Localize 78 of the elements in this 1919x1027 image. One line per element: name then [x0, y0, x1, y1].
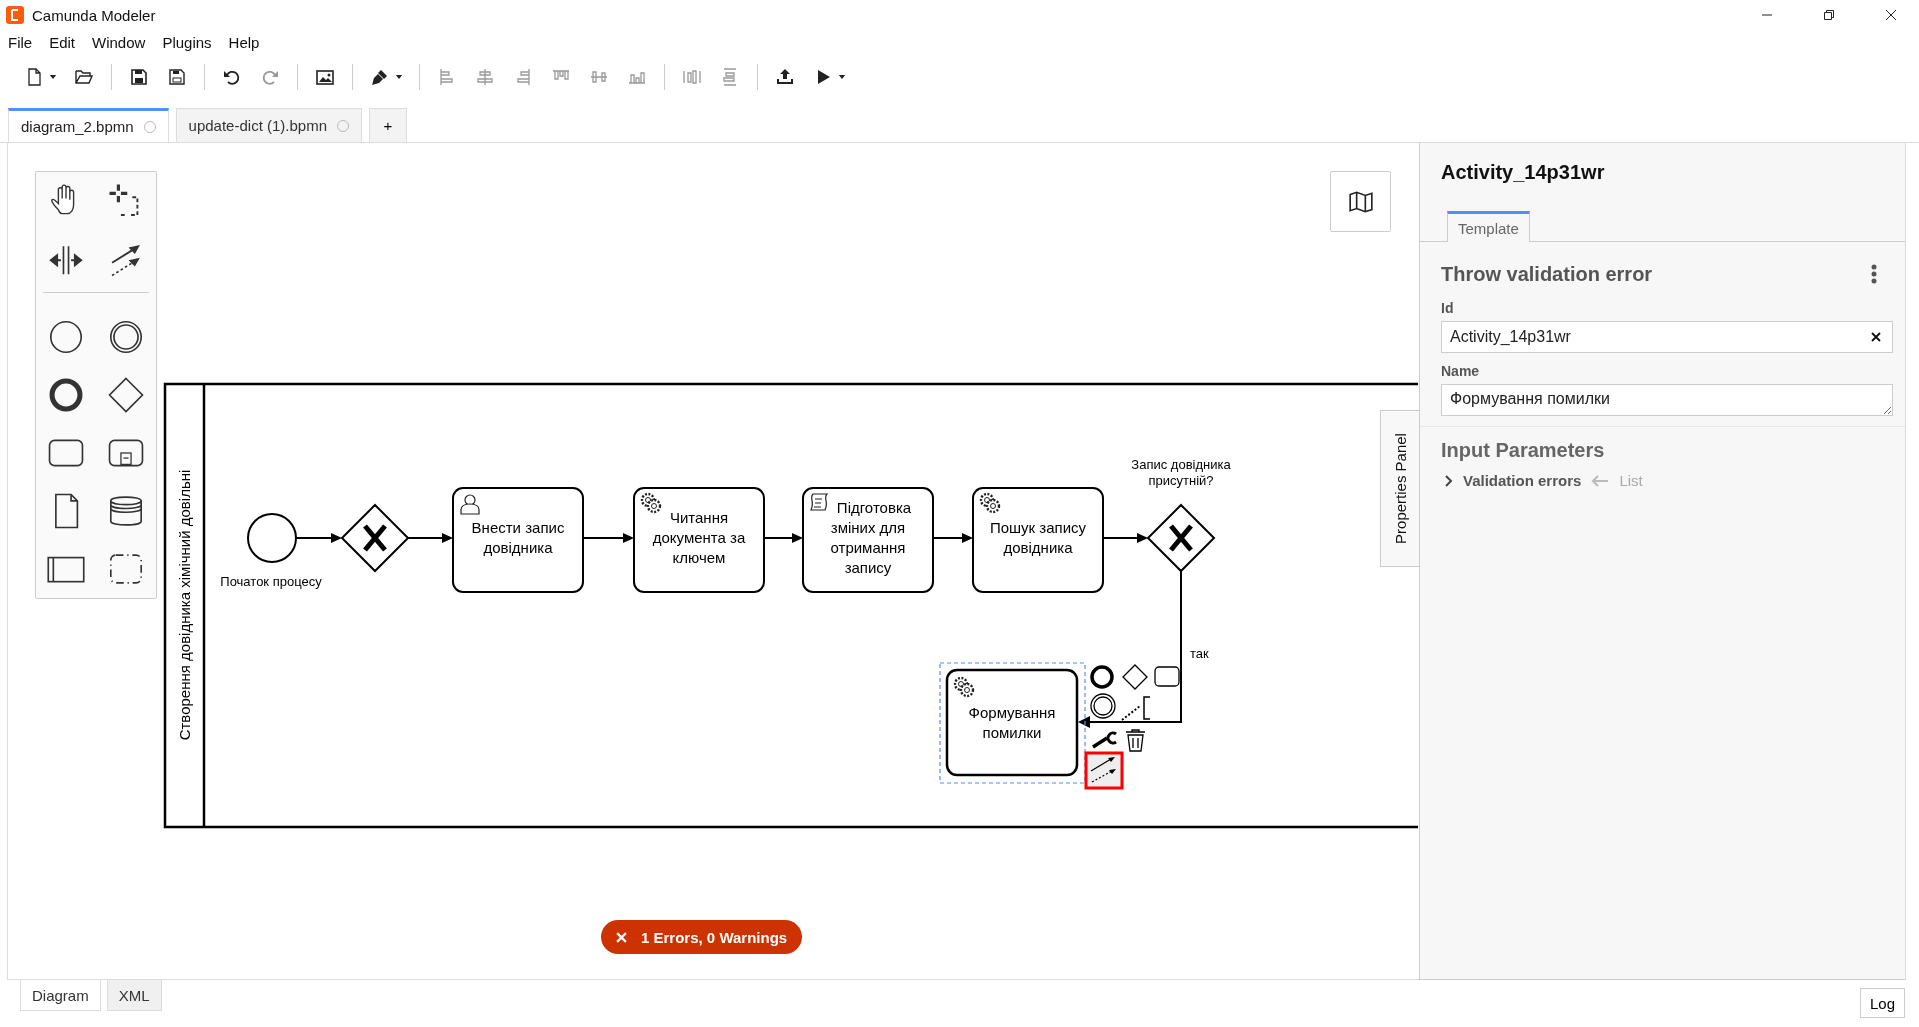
task-label: Читання документа за ключем [652, 509, 746, 566]
exclusive-gateway [340, 503, 410, 573]
start-event-icon[interactable] [47, 318, 85, 356]
image-export-icon[interactable] [315, 67, 335, 87]
upload-icon[interactable] [775, 67, 795, 87]
task-label: Підготовка зміних для отримання запису [830, 499, 912, 576]
app-logo-icon [6, 6, 24, 24]
gears-icon [953, 676, 975, 698]
sequence-flow [582, 533, 634, 543]
map-icon [1347, 188, 1374, 215]
save-as-icon[interactable] [167, 67, 187, 87]
section-title: Input Parameters [1440, 438, 1606, 462]
chevron-icon[interactable] [1445, 474, 1453, 487]
panel-title: Activity_14p31wr [1440, 160, 1606, 185]
sequence-flow [295, 533, 342, 543]
script-icon [810, 493, 828, 511]
text-annotation-icon[interactable] [1121, 696, 1151, 721]
task-label: Пошук запису довідника [989, 519, 1087, 556]
start-event [247, 513, 297, 563]
menu-item[interactable]: Plugins [162, 33, 212, 51]
group-title: Throw validation error [1441, 262, 1653, 286]
end-event-icon[interactable] [1090, 665, 1114, 689]
name-field[interactable]: Формування помилки [1441, 384, 1893, 416]
intermediate-event-icon[interactable] [1090, 693, 1116, 719]
id-field[interactable]: Activity_14p31wr [1441, 321, 1893, 353]
close-icon[interactable] [1885, 9, 1897, 21]
parameter-type: List [1619, 472, 1643, 489]
sequence-flow [407, 533, 453, 543]
dropdown-caret-icon[interactable] [395, 74, 403, 80]
clear-icon[interactable] [1871, 332, 1881, 342]
user-icon [460, 494, 480, 515]
gears-icon [640, 492, 662, 514]
lane-label: Створення довідника хімічний довільні [176, 469, 193, 741]
menu-item[interactable]: Edit [49, 33, 76, 51]
left-arrow-icon [1591, 474, 1610, 487]
open-folder-icon[interactable] [74, 67, 94, 87]
menu-item[interactable]: Window [92, 33, 146, 51]
field-label: Id [1441, 300, 1455, 316]
panel-tab[interactable]: Template [1447, 211, 1530, 242]
gateway-icon[interactable] [1122, 664, 1148, 690]
menu-item[interactable]: Help [228, 33, 260, 51]
dropdown-caret-icon[interactable] [49, 74, 57, 80]
view-tab[interactable]: Diagram [20, 980, 101, 1011]
gateway-label: Запис довідника присутній? [1131, 457, 1231, 488]
task-icon[interactable] [1154, 666, 1180, 687]
validation-badge[interactable]: 1 Errors, 0 Warnings [601, 920, 803, 954]
more-options-icon[interactable] [1871, 264, 1877, 284]
save-icon[interactable] [129, 67, 149, 87]
file-tab[interactable]: update-dict (1).bpmn [175, 108, 362, 142]
view-tab[interactable]: XML [106, 980, 162, 1011]
parameter-name[interactable]: Validation errors [1463, 472, 1582, 489]
sequence-flow [764, 533, 803, 543]
connect-icon[interactable] [1084, 751, 1124, 790]
align-center-icon[interactable] [475, 67, 495, 87]
field-label: Name [1441, 363, 1481, 379]
properties-panel-toggle[interactable]: Properties Panel [1380, 410, 1419, 567]
exclusive-gateway [1146, 503, 1216, 573]
sequence-flow [1103, 533, 1148, 543]
task-label: Формування помилки [968, 704, 1056, 741]
intermediate-event-icon[interactable] [107, 318, 145, 356]
gears-icon [979, 492, 1001, 514]
menu-item[interactable]: File [8, 33, 33, 51]
start-event-label: Початок процесу [220, 574, 322, 589]
file-tab[interactable]: diagram_2.bpmn [8, 108, 169, 142]
trash-icon[interactable] [1125, 729, 1146, 752]
restore-icon[interactable] [1823, 9, 1835, 21]
end-event-icon[interactable] [47, 376, 85, 414]
brush-icon[interactable] [370, 67, 390, 87]
window-title: Camunda Modeler [32, 6, 156, 24]
log-button[interactable]: Log [1860, 988, 1905, 1018]
minimap-button[interactable] [1330, 171, 1391, 232]
new-tab-button[interactable]: + [369, 108, 407, 142]
gateway-icon[interactable] [107, 376, 145, 414]
wrench-icon[interactable] [1092, 731, 1117, 749]
dropdown-caret-icon[interactable] [838, 74, 846, 80]
task-label: Внести запис довідника [471, 519, 565, 556]
flow-label: так [1190, 646, 1209, 661]
sequence-flow [933, 533, 973, 543]
